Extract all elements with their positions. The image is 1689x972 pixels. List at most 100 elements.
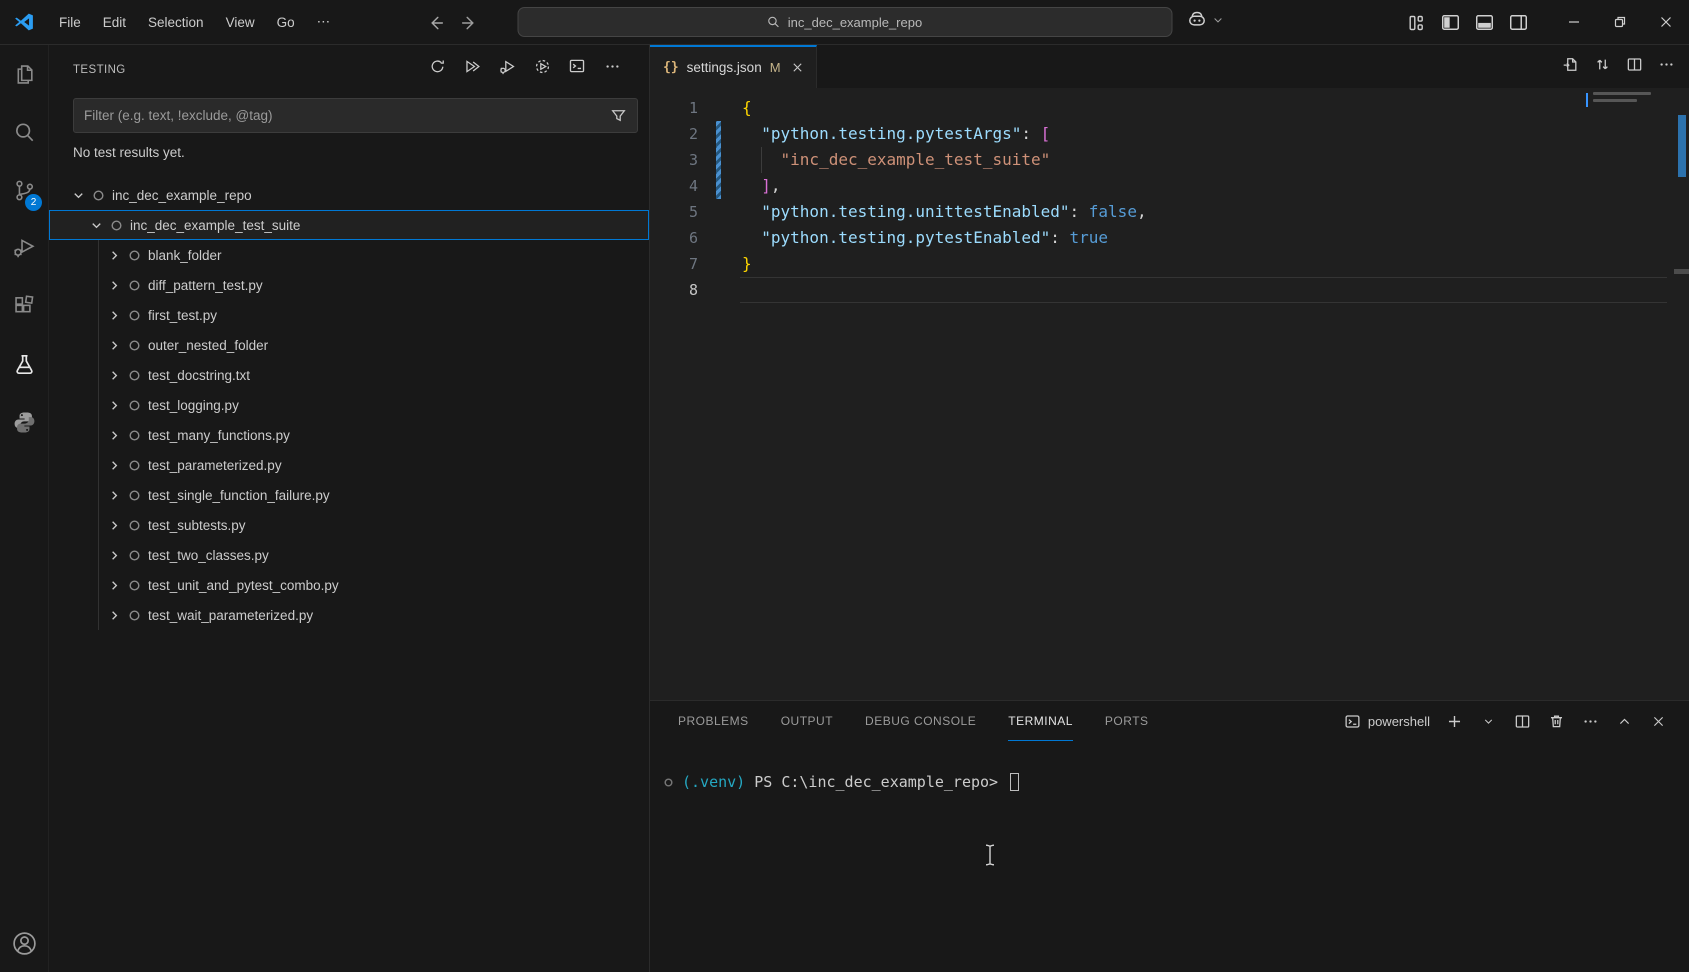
panel-tab-problems[interactable]: PROBLEMS (678, 701, 749, 741)
launch-profile-button[interactable] (1477, 710, 1499, 732)
split-terminal-icon (1514, 713, 1531, 730)
code-line-2[interactable]: 2 "python.testing.pytestArgs": [ (650, 121, 1689, 147)
tab-settings-json[interactable]: {} settings.json M (650, 45, 817, 88)
more-actions-button[interactable] (1579, 710, 1601, 732)
panel-tab-ports[interactable]: PORTS (1105, 701, 1149, 741)
kill-terminal-button[interactable] (1545, 710, 1567, 732)
source-control-badge: 2 (25, 194, 42, 211)
test-filter-input[interactable] (74, 108, 610, 123)
tree-item-test_logging.py[interactable]: test_logging.py (49, 390, 649, 420)
overview-modified-mark (1678, 115, 1686, 177)
code-line-7[interactable]: 7} (650, 251, 1689, 277)
tree-item-blank_folder[interactable]: blank_folder (49, 240, 649, 270)
code-editor[interactable]: 1{2 "python.testing.pytestArgs": [3 "inc… (650, 88, 1689, 700)
menu-go[interactable]: Go (266, 10, 306, 35)
account-button[interactable] (0, 918, 48, 968)
show-output-button[interactable] (566, 55, 588, 77)
minimap[interactable] (1593, 92, 1663, 118)
compare-changes-icon (1594, 56, 1611, 73)
open-changes-button[interactable] (1562, 56, 1579, 78)
sidebar-item-python[interactable] (0, 393, 48, 451)
close-tab-icon[interactable] (791, 61, 804, 74)
panel-tab-debug-console[interactable]: DEBUG CONSOLE (865, 701, 976, 741)
menu-edit[interactable]: Edit (92, 10, 137, 35)
chevron-right-icon (105, 336, 123, 354)
testing-header: TESTING (49, 45, 649, 95)
line-number: 7 (650, 251, 698, 277)
chevron-down-icon (69, 186, 87, 204)
sidebar-item-testing[interactable] (0, 335, 48, 393)
debug-all-tests-button[interactable] (496, 55, 518, 77)
tree-item-first_test.py[interactable]: first_test.py (49, 300, 649, 330)
maximize-panel-button[interactable] (1613, 710, 1635, 732)
tab-label: settings.json (687, 60, 762, 75)
tree-item-label: test_many_functions.py (148, 428, 290, 443)
tree-item-test_docstring.txt[interactable]: test_docstring.txt (49, 360, 649, 390)
chevron-right-icon (105, 486, 123, 504)
tree-item-test_single_function_failure.py[interactable]: test_single_function_failure.py (49, 480, 649, 510)
code-line-3[interactable]: 3 "inc_dec_example_test_suite" (650, 147, 1689, 173)
chevron-right-icon (105, 396, 123, 414)
refresh-tests-button[interactable] (426, 55, 448, 77)
terminal[interactable]: (.venv) PS C:\inc_dec_example_repo> (650, 741, 1689, 972)
toggle-primary-sidebar-icon[interactable] (1440, 12, 1461, 33)
terminal-instance-button[interactable]: powershell (1344, 713, 1430, 730)
sidebar-item-source-control[interactable]: 2 (0, 161, 48, 219)
close-panel-icon (1651, 714, 1666, 729)
scrollbar[interactable] (1674, 45, 1689, 700)
panel-tab-terminal[interactable]: TERMINAL (1008, 701, 1073, 741)
forward-button[interactable] (455, 8, 485, 38)
tree-item-test_many_functions.py[interactable]: test_many_functions.py (49, 420, 649, 450)
menu-view[interactable]: View (215, 10, 266, 35)
new-terminal-button[interactable] (1443, 710, 1465, 732)
tree-item-test_unit_and_pytest_combo.py[interactable]: test_unit_and_pytest_combo.py (49, 570, 649, 600)
copilot-button[interactable] (1185, 8, 1224, 32)
sidebar-item-search[interactable] (0, 103, 48, 161)
run-all-tests-button[interactable] (461, 55, 483, 77)
debug-all-tests-icon (499, 58, 516, 75)
panel-tab-output[interactable]: OUTPUT (781, 701, 833, 741)
sidebar-item-run-and-debug[interactable] (0, 219, 48, 277)
tree-item-test_parameterized.py[interactable]: test_parameterized.py (49, 450, 649, 480)
tree-item-inc_dec_example_test_suite[interactable]: inc_dec_example_test_suite (49, 210, 649, 240)
run-tests-with-coverage-button[interactable] (531, 55, 553, 77)
menu-file[interactable]: File (48, 10, 92, 35)
code-line-8[interactable]: 8 (650, 277, 1689, 303)
more-actions-button[interactable] (1658, 56, 1675, 78)
panel-tab-bar: PROBLEMS OUTPUT DEBUG CONSOLE TERMINAL PORTS (678, 701, 1149, 741)
toggle-panel-icon[interactable] (1474, 12, 1495, 33)
split-terminal-button[interactable] (1511, 710, 1533, 732)
sidebar-title: TESTING (73, 64, 126, 76)
command-center-search[interactable]: inc_dec_example_repo (517, 7, 1172, 37)
tree-item-test_wait_parameterized.py[interactable]: test_wait_parameterized.py (49, 600, 649, 630)
minimize-button[interactable] (1551, 0, 1597, 44)
code-line-6[interactable]: 6 "python.testing.pytestEnabled": true (650, 225, 1689, 251)
compare-changes-button[interactable] (1594, 56, 1611, 78)
split-editor-button[interactable] (1626, 56, 1643, 78)
menu-selection[interactable]: Selection (137, 10, 215, 35)
filter-icon[interactable] (610, 107, 627, 124)
toggle-secondary-sidebar-icon[interactable] (1508, 12, 1529, 33)
tree-item-inc_dec_example_repo[interactable]: inc_dec_example_repo (49, 180, 649, 210)
sidebar-item-explorer[interactable] (0, 45, 48, 103)
tree-item-test_subtests.py[interactable]: test_subtests.py (49, 510, 649, 540)
code-line-5[interactable]: 5 "python.testing.unittestEnabled": fals… (650, 199, 1689, 225)
tree-item-diff_pattern_test.py[interactable]: diff_pattern_test.py (49, 270, 649, 300)
more-actions-button[interactable] (601, 55, 623, 77)
code-line-1[interactable]: 1{ (650, 95, 1689, 121)
back-button[interactable] (420, 8, 450, 38)
close-panel-button[interactable] (1647, 710, 1669, 732)
tree-item-test_two_classes.py[interactable]: test_two_classes.py (49, 540, 649, 570)
close-window-button[interactable] (1643, 0, 1689, 44)
code-line-4[interactable]: 4 ], (650, 173, 1689, 199)
restore-button[interactable] (1597, 0, 1643, 44)
menu-more[interactable]: ⋯ (306, 9, 342, 35)
more-actions-icon (604, 58, 621, 75)
tree-item-label: inc_dec_example_repo (112, 188, 252, 203)
chevron-down-icon (87, 216, 105, 234)
sidebar-item-extensions[interactable] (0, 277, 48, 335)
tree-item-label: test_single_function_failure.py (148, 488, 330, 503)
tree-item-outer_nested_folder[interactable]: outer_nested_folder (49, 330, 649, 360)
customize-layout-icon[interactable] (1407, 13, 1427, 33)
shell-label: powershell (1368, 714, 1430, 729)
